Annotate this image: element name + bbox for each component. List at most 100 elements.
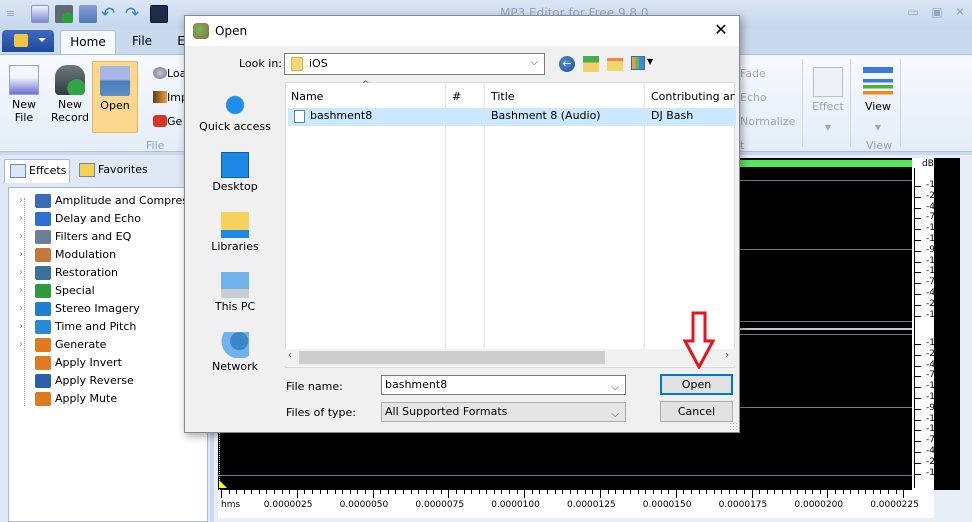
place-desktop[interactable]: Desktop	[193, 152, 277, 193]
quick-access-grip-icon[interactable]: ≡	[6, 5, 16, 23]
time-tick	[774, 490, 776, 494]
new-record-button[interactable]: New Record	[50, 65, 90, 124]
tree-item-label: Restoration	[55, 266, 119, 279]
time-tick	[455, 490, 457, 494]
time-tick	[524, 490, 526, 498]
open-quick-icon[interactable]	[79, 5, 97, 23]
new-file-button[interactable]: New File	[6, 65, 42, 124]
tree-item-label: Amplitude and Compress	[55, 194, 194, 207]
effect-button[interactable]: Effect ▼	[808, 67, 848, 134]
db-tick	[915, 240, 921, 241]
load-cd-button[interactable]: Loa	[153, 67, 186, 80]
get-youtube-button[interactable]: Ge	[153, 115, 182, 128]
time-tick	[289, 490, 291, 494]
scrollbar-thumb[interactable]	[299, 351, 605, 364]
tab-file[interactable]: File	[120, 30, 164, 54]
expand-chevron-icon[interactable]: ›	[19, 282, 23, 300]
up-folder-icon[interactable]	[583, 56, 599, 72]
place-this-pc[interactable]: This PC	[193, 272, 277, 313]
column-header-number[interactable]: #	[452, 87, 461, 107]
undo-icon[interactable]: ↶	[101, 5, 119, 23]
file-row[interactable]: bashment8 Bashment 8 (Audio) DJ Bash	[288, 108, 736, 126]
scroll-right-icon[interactable]: ›	[725, 350, 729, 361]
time-tick	[221, 490, 222, 498]
look-in-dropdown[interactable]: iOS ⌵	[284, 53, 545, 75]
expand-chevron-icon[interactable]: ›	[19, 246, 23, 264]
expand-chevron-icon[interactable]: ›	[19, 228, 23, 246]
file-artist-cell: DJ Bash	[651, 109, 694, 122]
back-icon[interactable]: ←	[559, 56, 575, 72]
column-header-artist[interactable]: Contributing art	[651, 87, 735, 107]
open-file-button[interactable]: Open	[660, 374, 733, 395]
effects-tree: › Amplitude and Compress › Delay and Echo › F…	[8, 187, 208, 522]
normalize-button[interactable]: Normalize	[740, 115, 795, 128]
normalize-label: Normalize	[740, 115, 796, 128]
time-tick	[486, 490, 488, 494]
db-tick	[915, 261, 921, 263]
look-in-label: Look in:	[239, 57, 282, 70]
tab-favorites[interactable]: Favorites	[74, 159, 148, 183]
place-label: Libraries	[211, 240, 259, 253]
echo-button[interactable]: Echo	[740, 91, 767, 104]
minimize-icon[interactable]: ▭	[906, 6, 920, 18]
fade-button[interactable]: Fade	[740, 67, 766, 80]
expand-chevron-icon[interactable]: ›	[19, 300, 23, 318]
chevron-down-icon[interactable]: ⌵	[611, 379, 619, 397]
time-tick	[425, 490, 427, 494]
youtube-get-icon	[153, 115, 167, 127]
file-name-input[interactable]: bashment8 ⌵	[381, 375, 626, 395]
close-icon[interactable]: ✕	[711, 20, 731, 40]
expand-chevron-icon[interactable]: ›	[19, 210, 23, 228]
resize-grip-icon[interactable]	[729, 422, 737, 430]
cancel-button[interactable]: Cancel	[660, 401, 733, 422]
expand-chevron-icon[interactable]: ›	[19, 192, 23, 210]
effect-label: Effect	[812, 100, 844, 113]
app-menu-button[interactable]	[2, 30, 54, 52]
time-tick	[274, 490, 276, 494]
tab-effects[interactable]: Effcets	[4, 159, 70, 183]
save-icon[interactable]	[150, 5, 168, 23]
open-button[interactable]: Open	[92, 61, 138, 133]
new-folder-icon[interactable]	[607, 58, 623, 71]
time-tick	[433, 490, 435, 494]
expand-chevron-icon[interactable]: ›	[19, 318, 23, 336]
places-bar: Quick access Desktop Libraries This PC Netwo…	[193, 82, 277, 432]
new-record-quick-icon[interactable]	[55, 5, 73, 23]
import-video-button[interactable]: Imp	[153, 91, 188, 104]
place-libraries[interactable]: Libraries	[193, 212, 277, 253]
db-tick	[915, 365, 921, 367]
chevron-down-icon	[38, 38, 46, 42]
scroll-left-icon[interactable]: ‹	[288, 350, 292, 361]
file-type-dropdown[interactable]: All Supported Formats ⌵	[381, 402, 626, 422]
app-dialog-icon	[193, 23, 209, 39]
time-tick-label: 0.0000125	[567, 500, 616, 510]
new-file-quick-icon[interactable]	[31, 5, 49, 23]
tree-item-label: Apply Mute	[55, 392, 118, 405]
view-button[interactable]: View ▼	[858, 67, 898, 134]
maximize-icon[interactable]: ▣	[930, 6, 944, 18]
time-tick	[478, 490, 480, 494]
tab-home[interactable]: Home	[60, 30, 116, 54]
place-quick-access[interactable]: Quick access	[193, 92, 277, 133]
db-tick	[915, 452, 921, 453]
time-tick	[645, 490, 647, 494]
expand-chevron-icon[interactable]: ›	[19, 336, 23, 354]
db-tick	[915, 344, 921, 345]
horizontal-scrollbar[interactable]: ‹ ›	[285, 349, 735, 366]
expand-chevron-icon[interactable]: ›	[19, 264, 23, 282]
db-tick	[915, 462, 921, 464]
time-tick	[418, 490, 420, 494]
time-tick	[637, 490, 639, 494]
column-header-name[interactable]: Name	[291, 87, 323, 107]
time-tick	[357, 490, 359, 494]
column-header-title[interactable]: Title	[491, 87, 515, 107]
redo-icon[interactable]: ↷	[125, 5, 143, 23]
place-label: Quick access	[199, 120, 271, 133]
db-tick	[915, 250, 921, 252]
time-tick	[577, 490, 579, 494]
time-tick	[380, 490, 382, 494]
cursor-marker[interactable]	[219, 480, 227, 488]
view-menu-button[interactable]: ▼	[631, 56, 655, 72]
close-window-icon[interactable]: ✕	[953, 6, 967, 18]
place-network[interactable]: Network	[193, 332, 277, 373]
